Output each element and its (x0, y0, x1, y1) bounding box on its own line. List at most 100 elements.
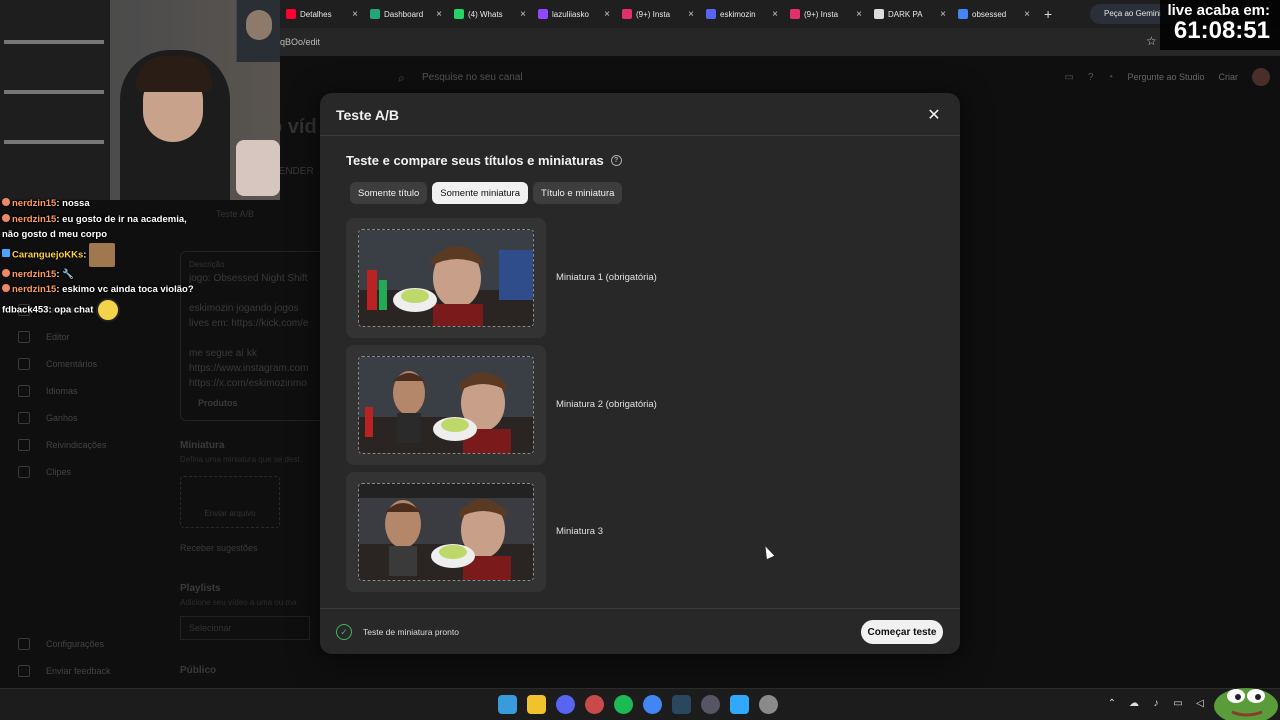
taskbar-apps (498, 695, 778, 714)
browser-tab[interactable]: (9+) Insta × (784, 0, 868, 28)
thumbnail-section-title: Miniatura (180, 440, 225, 451)
badge-icon (2, 213, 10, 222)
sidebar-item-settings[interactable]: Configurações (0, 630, 170, 657)
browser-tab[interactable]: eskimozin × (700, 0, 784, 28)
dialog-header: Teste A/B ✕ (320, 93, 960, 136)
pepe-emote (1214, 688, 1278, 720)
app-circle-icon[interactable] (585, 695, 604, 714)
shelf-board (4, 140, 104, 144)
ab-test-link[interactable]: Teste A/B (216, 209, 254, 219)
close-icon[interactable]: × (436, 9, 442, 20)
discord-icon[interactable] (556, 695, 575, 714)
browser-tab[interactable]: lazuliiasko × (532, 0, 616, 28)
section-heading: Teste e compare seus títulos e miniatura… (346, 153, 622, 168)
cloud-icon[interactable]: ☁ (1128, 698, 1140, 709)
close-icon[interactable]: × (940, 9, 946, 20)
close-icon[interactable]: × (688, 9, 694, 20)
close-icon[interactable]: × (520, 9, 526, 20)
chat-message: nerdzin15: eskimo vc ainda toca violão? (0, 282, 200, 298)
ask-studio-button[interactable]: Pergunte ao Studio (1127, 72, 1204, 82)
google-icon (958, 9, 968, 19)
close-icon: ✕ (927, 107, 941, 124)
thumbnail-card-3[interactable] (346, 472, 546, 592)
star-icon[interactable]: ☆ (1146, 34, 1157, 48)
dialog-title: Teste A/B (336, 107, 400, 123)
copyright-icon (18, 438, 30, 451)
media-player-icon[interactable] (759, 695, 778, 714)
chip-title-and-thumbnail[interactable]: Título e miniatura (533, 182, 623, 204)
badge-icon (2, 249, 10, 258)
stream-chat: nerdzin15: nossa nerdzin15: eu gosto de … (0, 196, 200, 346)
app-dark-icon[interactable] (701, 695, 720, 714)
thumbnail-image-2 (358, 356, 534, 454)
comments-icon[interactable]: ▭ (1064, 72, 1073, 83)
system-tray: ⌃ ☁ ♪ ▭ ◁ (1106, 698, 1206, 709)
browser-tab[interactable]: (4) Whats × (448, 0, 532, 28)
browser-tab[interactable]: Detalhes × (280, 0, 364, 28)
file-explorer-icon[interactable] (527, 695, 546, 714)
sidebar-item-comments[interactable]: Comentários (0, 350, 170, 377)
avatar[interactable] (1252, 68, 1270, 86)
thumbnail-row-2: Miniatura 2 (obrigatória) (346, 345, 926, 465)
chevron-up-icon[interactable]: ⌃ (1106, 698, 1118, 709)
close-icon[interactable]: × (352, 9, 358, 20)
upload-thumbnail-button[interactable]: Enviar arquivo (180, 476, 280, 528)
close-button[interactable]: ✕ (922, 103, 946, 127)
help-icon[interactable]: ? (610, 155, 622, 166)
spotify-icon[interactable] (614, 695, 633, 714)
screen: ⌕ Pesquise no seu canal ▭ ? ◔ Pergunte a… (0, 0, 1280, 720)
whatsapp-icon (454, 9, 464, 19)
microphone-icon[interactable]: ♪ (1150, 698, 1162, 709)
close-icon[interactable]: × (604, 9, 610, 20)
playlists-title: Playlists (180, 583, 221, 594)
studio-actions: ▭ ? ◔ Pergunte ao Studio Criar (1064, 68, 1270, 86)
instagram-icon (622, 9, 632, 19)
sidebar-item-earnings[interactable]: Ganhos (0, 404, 170, 431)
cam-pip-face (246, 10, 272, 40)
test-type-chips: Somente título Somente miniatura Título … (350, 182, 623, 204)
windows-start-icon[interactable] (498, 695, 517, 714)
close-icon[interactable]: × (772, 9, 778, 20)
webcam-overlay (0, 0, 280, 200)
gear-icon (18, 637, 30, 650)
sidebar-item-languages[interactable]: Idiomas (0, 377, 170, 404)
new-tab-button[interactable]: + (1036, 6, 1060, 22)
bell-icon[interactable]: ◔ (1107, 72, 1113, 83)
thumbnail-card-2[interactable] (346, 345, 546, 465)
chrome-icon[interactable] (643, 695, 662, 714)
chat-message: nerdzin15: nossa (0, 196, 200, 212)
browser-tab[interactable]: DARK PA × (868, 0, 952, 28)
address-bar[interactable]: qBOo/edit ☆ (280, 28, 1280, 56)
languages-icon (18, 384, 30, 397)
steam-icon[interactable] (672, 695, 691, 714)
start-test-button[interactable]: Começar teste (861, 620, 943, 644)
playlist-select[interactable]: Selecionar (180, 616, 310, 640)
check-circle-icon: ✓ (336, 624, 352, 640)
chip-thumbnail-only[interactable]: Somente miniatura (432, 182, 528, 204)
scissors-icon (18, 465, 30, 478)
browser-tab[interactable]: obsessed × (952, 0, 1036, 28)
suggestions-button[interactable]: Receber sugestões (180, 543, 258, 553)
twitch-icon (538, 9, 548, 19)
browser-tab[interactable]: (9+) Insta × (616, 0, 700, 28)
browser-tab[interactable]: Dashboard × (364, 0, 448, 28)
instagram-icon (790, 9, 800, 19)
close-icon[interactable]: × (856, 9, 862, 20)
thumbnail-card-1[interactable] (346, 218, 546, 338)
display-icon[interactable]: ▭ (1172, 698, 1184, 709)
dollar-icon (18, 411, 30, 424)
youtube-icon (286, 9, 296, 19)
chat-message: CaranguejoKKs: (0, 242, 200, 267)
playlists-sub: Adicione seu vídeo a uma ou ma (180, 598, 297, 607)
products-button[interactable]: Produtos (198, 398, 238, 408)
sidebar-item-claims[interactable]: Reivindicações (0, 431, 170, 458)
sidebar-item-clips[interactable]: Clipes (0, 458, 170, 485)
sidebar-item-feedback[interactable]: Enviar feedback (0, 657, 170, 684)
photoshop-icon[interactable] (730, 695, 749, 714)
thumbnail-label-2: Miniatura 2 (obrigatória) (556, 399, 657, 410)
help-circle-icon[interactable]: ? (1088, 72, 1094, 83)
close-icon[interactable]: × (1024, 9, 1030, 20)
create-button[interactable]: Criar (1219, 72, 1239, 82)
chip-title-only[interactable]: Somente título (350, 182, 428, 204)
public-title: Público (180, 665, 217, 676)
